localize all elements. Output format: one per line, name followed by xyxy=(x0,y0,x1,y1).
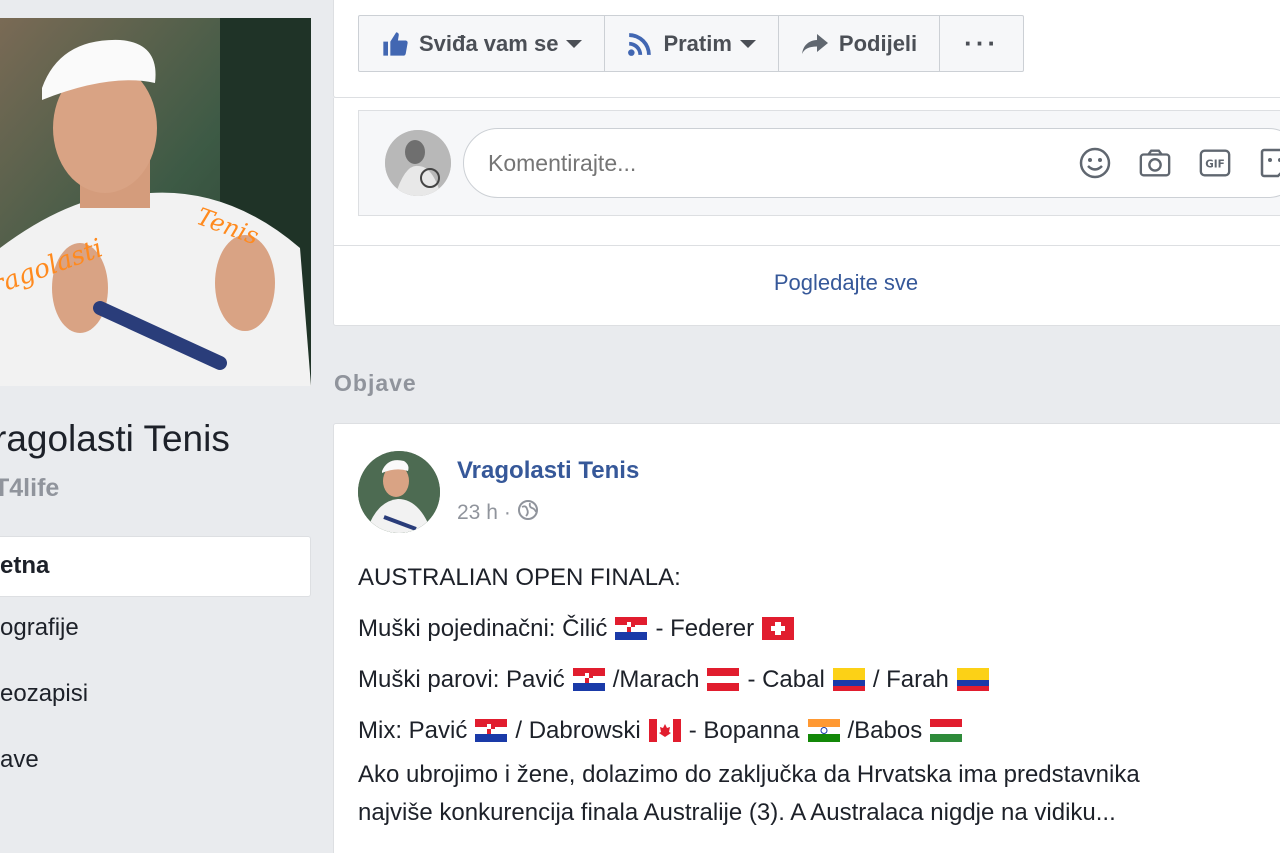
post-line-text: Muški pojedinačni: Čilić xyxy=(358,614,608,642)
like-button[interactable]: Sviđa vam se xyxy=(359,16,606,71)
left-column: ragolasti Tenis ragolasti Tenis T4life e… xyxy=(0,0,332,853)
switzerland-flag-icon xyxy=(762,617,795,640)
post-line-title: AUSTRALIAN OPEN FINALA: xyxy=(358,552,1280,603)
more-options-button[interactable]: ··· xyxy=(940,16,1023,71)
croatia-flag-icon xyxy=(475,719,508,742)
globe-icon xyxy=(517,499,539,527)
austria-flag-icon xyxy=(707,668,740,691)
divider xyxy=(333,245,1280,246)
post-paragraph: najviše konkurencija finala Australije (… xyxy=(358,799,1116,826)
post-line-mix: Mix: Pavić / Dabrowski - Bopanna /Babos xyxy=(358,705,1280,756)
canada-flag-icon xyxy=(648,719,681,742)
post-body: AUSTRALIAN OPEN FINALA: Muški pojedinačn… xyxy=(358,552,1280,832)
post-line-text: - Cabal xyxy=(747,665,825,693)
page-actions-bar: Sviđa vam se Pratim Podijeli ··· xyxy=(358,15,1025,72)
share-button[interactable]: Podijeli xyxy=(779,16,941,71)
camera-icon[interactable] xyxy=(1138,146,1172,180)
nav-item-videos[interactable]: eozapisi xyxy=(0,663,311,729)
emoji-icon[interactable] xyxy=(1078,146,1112,180)
page-title[interactable]: ragolasti Tenis xyxy=(0,418,230,460)
nav-item-home[interactable]: etna xyxy=(0,536,311,597)
sticker-icon[interactable] xyxy=(1258,146,1280,180)
share-label: Podijeli xyxy=(838,30,918,56)
gif-icon[interactable]: GIF xyxy=(1198,146,1232,180)
see-all-link[interactable]: Pogledajte sve xyxy=(333,270,1280,296)
thumbs-up-icon xyxy=(381,30,409,58)
page-nav: etna ografije eozapisi ave xyxy=(0,536,311,795)
nav-item-posts[interactable]: ave xyxy=(0,729,311,795)
share-arrow-icon xyxy=(801,32,829,56)
avatar[interactable] xyxy=(385,130,451,196)
post-author-link[interactable]: Vragolasti Tenis xyxy=(457,457,639,485)
post-line-singles: Muški pojedinačni: Čilić - Federer xyxy=(358,603,1280,654)
post-line-doubles: Muški parovi: Pavić /Marach - Cabal / Fa… xyxy=(358,654,1280,705)
follow-button[interactable]: Pratim xyxy=(605,16,779,71)
section-title: Objave xyxy=(334,370,417,396)
nav-item-photos[interactable]: ografije xyxy=(0,597,311,663)
chevron-down-icon xyxy=(566,39,583,48)
post-line-text: /Marach xyxy=(612,665,700,693)
profile-picture[interactable]: ragolasti Tenis xyxy=(0,18,311,386)
follow-label: Pratim xyxy=(663,30,732,56)
post-line-text: Muški parovi: Pavić xyxy=(358,665,565,693)
rss-icon xyxy=(627,31,653,57)
post-timestamp[interactable]: 23 h xyxy=(457,501,498,525)
post-paragraph: Ako ubrojimo i žene, dolazimo do zaključ… xyxy=(358,761,1140,788)
post-meta: 23 h · xyxy=(457,499,539,527)
croatia-flag-icon xyxy=(572,668,605,691)
like-label: Sviđa vam se xyxy=(419,30,559,56)
post-line-text: Mix: Pavić xyxy=(358,716,468,744)
page-handle[interactable]: T4life xyxy=(0,474,59,503)
post-line-text: /Babos xyxy=(847,716,923,744)
hungary-flag-icon xyxy=(930,719,963,742)
post-line-text: / Farah xyxy=(872,665,949,693)
post-line-text: / Dabrowski xyxy=(515,716,641,744)
svg-text:GIF: GIF xyxy=(1205,159,1224,171)
post-line-text: AUSTRALIAN OPEN FINALA: xyxy=(358,563,681,591)
chevron-down-icon xyxy=(739,39,756,48)
avatar[interactable] xyxy=(358,451,440,533)
croatia-flag-icon xyxy=(615,617,648,640)
post-line-text: - Bopanna xyxy=(688,716,800,744)
colombia-flag-icon xyxy=(956,668,989,691)
india-flag-icon xyxy=(807,719,840,742)
colombia-flag-icon xyxy=(832,668,865,691)
comment-attach-icons: GIF xyxy=(1078,146,1280,180)
post-line-text: - Federer xyxy=(655,614,755,642)
meta-separator: · xyxy=(503,501,511,524)
